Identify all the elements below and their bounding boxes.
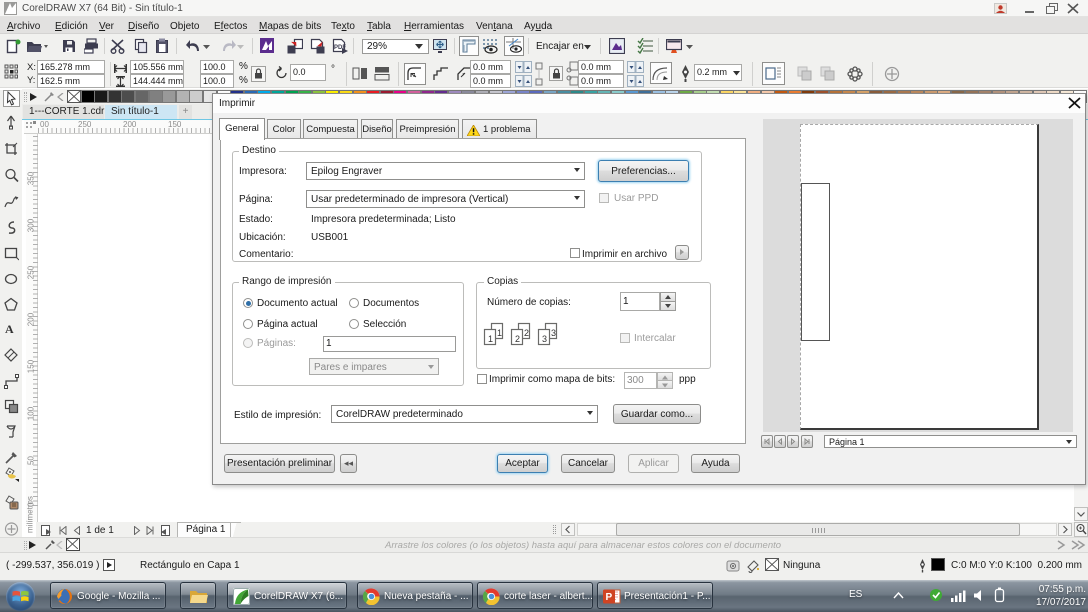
svg-text:1: 1 bbox=[497, 328, 502, 338]
svg-text:P: P bbox=[606, 592, 613, 603]
svg-text:1: 1 bbox=[488, 334, 493, 344]
svg-text:3: 3 bbox=[542, 334, 547, 344]
svg-text:2: 2 bbox=[524, 328, 529, 338]
svg-text:3: 3 bbox=[551, 328, 556, 338]
svg-text:2: 2 bbox=[515, 334, 520, 344]
